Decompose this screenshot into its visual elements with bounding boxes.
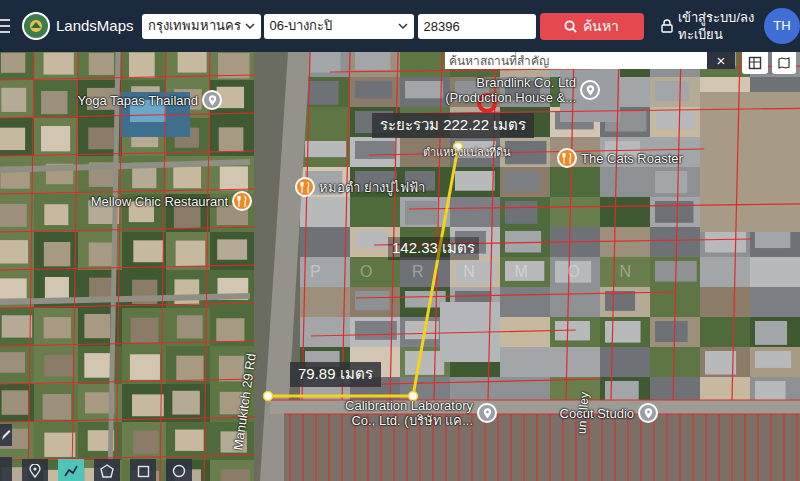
menu-icon[interactable] [0,0,10,52]
login-link[interactable]: เข้าสู่ระบบ/ลง ทะเบียน [661,9,754,43]
clear-button[interactable]: × [707,52,735,69]
layers-icon [748,56,762,70]
place-label-line: หมอตำ ย่างปูไฟฟ้า [319,180,425,195]
lock-icon [661,19,673,33]
square-icon [137,465,150,478]
circle-icon [172,464,186,478]
place-label[interactable]: Brandlink Co. Ltd(Production House &... [445,75,576,105]
tool-button[interactable] [0,457,12,481]
measurement-vertex[interactable] [264,392,273,401]
restaurant-icon[interactable] [232,191,252,211]
language-button[interactable]: TH [764,8,800,44]
draw-tool-button[interactable] [0,424,12,446]
top-bar: LandsMaps กรุงเทพมหานคร 06-บางกะปิ ค้นหา… [0,0,800,52]
place-label-line: (Production House &... [445,90,576,105]
place-label-line: Co., Ltd. (บริษัท แค... [351,413,473,428]
basemap-button[interactable] [772,52,796,74]
map-toolbar [22,459,192,481]
place-label-line: Mellow Chic Restaurant [91,194,228,209]
province-value: กรุงเทพมหานคร [148,16,241,36]
place-label-line: Cocut Studio [560,406,634,421]
login-text: เข้าสู่ระบบ/ลง [678,9,754,26]
place-pin-icon[interactable] [580,80,600,100]
locate-button[interactable] [22,459,48,481]
place-pin-icon[interactable] [638,403,658,423]
search-button[interactable]: ค้นหา [540,13,644,40]
place-marker[interactable]: Brandlink Co. Ltd(Production House &... [445,75,600,105]
map-icon [778,57,790,69]
search-icon [564,20,577,33]
place-marker[interactable]: The Cats Roaster [557,148,683,168]
restaurant-icon[interactable] [557,148,577,168]
draw-circle-button[interactable] [166,459,192,481]
segment-distance-label: 142.33 เมตร [388,237,479,260]
place-label-line: Brandlink Co. Ltd [476,75,576,90]
district-select[interactable]: 06-บางกะปิ [264,14,414,39]
place-label[interactable]: Cocut Studio [560,406,634,421]
place-label-line: Calibration Laboratory [345,398,473,413]
place-label[interactable]: Calibration LaboratoryCo., Ltd. (บริษัท … [345,398,473,428]
place-marker[interactable]: หมอตำ ย่างปูไฟฟ้า [295,177,425,197]
logo-text[interactable]: LandsMaps [56,15,134,38]
place-label-line: Yoga Tapas Thailand [78,93,198,108]
search-button-label: ค้นหา [583,16,619,37]
chevron-down-icon [398,21,408,31]
place-search-field[interactable] [445,52,707,69]
place-label[interactable]: The Cats Roaster [581,151,683,166]
place-search-input[interactable] [449,52,703,69]
map-view[interactable]: × P O R N M O N ระยะรวม 222.22 เมตร ตำแห… [0,52,800,481]
place-label[interactable]: Yoga Tapas Thailand [78,93,198,108]
logo-icon[interactable] [22,12,50,40]
chevron-down-icon [245,21,255,31]
polygon-icon [100,464,114,478]
place-label-line: The Cats Roaster [581,151,683,166]
restaurant-icon[interactable] [295,177,315,197]
watermark: P O R N M O N [310,260,649,284]
parcel-number-input[interactable] [418,14,536,39]
place-label[interactable]: Mellow Chic Restaurant [91,194,228,209]
line-chart-icon [64,465,78,477]
clear-label: × [717,53,726,68]
place-marker[interactable]: Yoga Tapas Thailand [78,90,222,110]
total-distance-label: ระยะรวม 222.22 เมตร [372,113,534,138]
place-marker[interactable]: Calibration LaboratoryCo., Ltd. (บริษัท … [345,398,497,428]
measure-line-button[interactable] [58,459,84,481]
login-text: ทะเบียน [678,26,754,43]
province-select[interactable]: กรุงเทพมหานคร [142,14,261,39]
parcel-marker-label: ตำแหน่งแปลงที่ดิน [423,144,511,161]
place-marker[interactable]: Mellow Chic Restaurant [91,191,252,211]
place-marker[interactable]: Cocut Studio [560,403,658,423]
place-label[interactable]: หมอตำ ย่างปูไฟฟ้า [319,180,425,195]
layers-button[interactable] [742,52,768,74]
district-value: 06-บางกะปิ [270,16,333,36]
location-pin-icon [29,464,41,478]
draw-rectangle-button[interactable] [130,459,156,481]
place-pin-icon[interactable] [477,403,497,423]
segment-distance-label: 79.89 เมตร [290,362,381,387]
place-pin-icon[interactable] [202,90,222,110]
language-label: TH [773,16,790,36]
pencil-icon [1,429,11,441]
measure-polygon-button[interactable] [94,459,120,481]
